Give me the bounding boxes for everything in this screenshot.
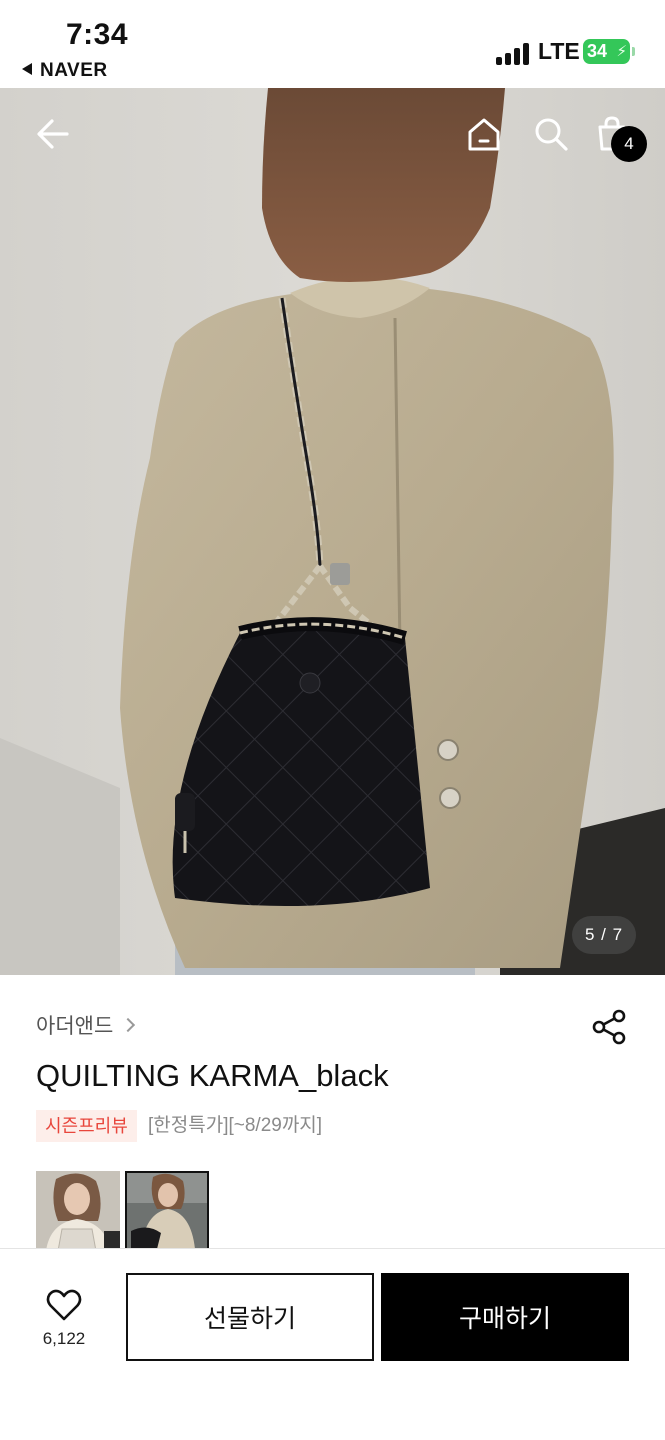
home-icon [468,118,500,151]
gift-button[interactable]: 선물하기 [126,1273,374,1361]
home-button[interactable] [464,114,504,154]
search-icon [535,118,568,151]
chevron-right-icon [121,1017,136,1033]
thumbnail-2-selected[interactable] [125,1171,209,1251]
network-type: LTE [538,38,580,64]
product-photo [0,88,665,975]
arrow-left-icon [37,119,69,149]
status-bar: 7:34 NAVER LTE 34 ⚡ [0,0,665,88]
heart-icon [46,1289,82,1321]
back-app-label: NAVER [40,60,108,81]
promo-text: [한정특가][~8/29까지] [148,1115,323,1136]
thumbnail-image [36,1171,120,1251]
back-triangle-icon [22,63,32,75]
status-time: 7:34 [66,18,129,51]
back-button[interactable] [33,114,73,154]
back-to-app-link[interactable]: NAVER [22,60,108,82]
signal-icon [496,41,532,65]
share-button[interactable] [590,1008,628,1046]
product-title: QUILTING KARMA_black [36,1058,389,1093]
season-preview-badge: 시즌프리뷰 [36,1110,137,1142]
brand-link[interactable]: 아더앤드 [36,1010,136,1040]
battery-icon: 34 ⚡ [583,39,630,64]
gallery-counter: 5 / 7 [572,916,636,954]
product-image-gallery[interactable] [0,88,665,975]
thumbnail-1[interactable] [36,1171,120,1251]
like-count: 6,122 [42,1329,86,1348]
thumbnail-image [127,1173,207,1249]
share-icon [592,1009,626,1045]
buy-button[interactable]: 구매하기 [381,1273,629,1361]
like-button[interactable]: 6,122 [36,1288,92,1349]
brand-name: 아더앤드 [36,1015,114,1038]
battery-level: 34 [587,41,608,61]
cart-count-badge: 4 [611,126,647,162]
search-button[interactable] [531,114,571,154]
